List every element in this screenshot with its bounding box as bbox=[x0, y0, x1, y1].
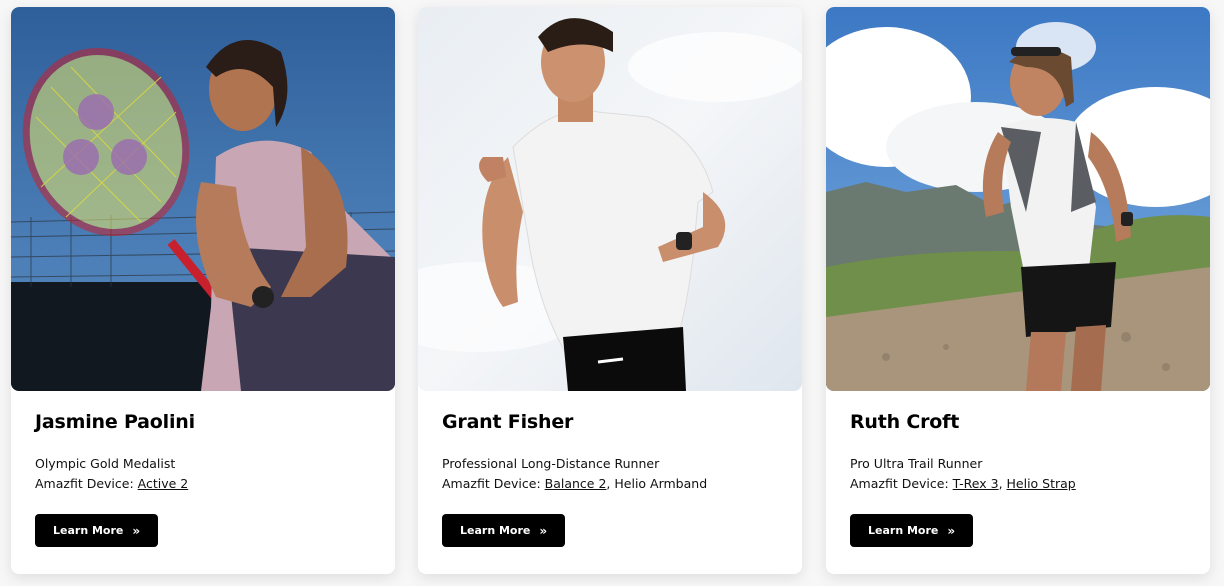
athlete-name: Jasmine Paolini bbox=[35, 411, 195, 433]
device-label: Amazfit Device: bbox=[442, 476, 545, 491]
learn-more-label: Learn More bbox=[53, 524, 124, 537]
learn-more-button[interactable]: Learn More » bbox=[442, 514, 566, 547]
athlete-name: Grant Fisher bbox=[442, 411, 574, 433]
device-helio-armband: Helio Armband bbox=[614, 476, 708, 491]
runner-photo-icon bbox=[418, 7, 802, 391]
athlete-title: Pro Ultra Trail Runner bbox=[850, 456, 983, 471]
device-link-t-rex-3[interactable]: T-Rex 3 bbox=[953, 476, 999, 491]
athlete-card: Jasmine Paolini Olympic Gold Medalist Am… bbox=[11, 7, 395, 574]
athlete-photo-grant-fisher bbox=[418, 7, 802, 391]
athlete-card: Grant Fisher Professional Long-Distance … bbox=[418, 7, 802, 574]
trail-runner-photo-icon bbox=[826, 7, 1210, 391]
athlete-devices: Amazfit Device: Active 2 bbox=[35, 474, 188, 494]
athlete-card: Ruth Croft Pro Ultra Trail Runner Amazfi… bbox=[826, 7, 1210, 574]
athlete-name: Ruth Croft bbox=[850, 411, 960, 433]
device-link-active-2[interactable]: Active 2 bbox=[138, 476, 189, 491]
learn-more-label: Learn More bbox=[868, 524, 939, 537]
double-chevron-right-icon: » bbox=[539, 523, 548, 538]
athlete-title: Olympic Gold Medalist bbox=[35, 456, 176, 471]
athlete-photo-ruth-croft bbox=[826, 7, 1210, 391]
learn-more-label: Learn More bbox=[460, 524, 531, 537]
device-separator: , bbox=[998, 476, 1007, 491]
device-label: Amazfit Device: bbox=[35, 476, 138, 491]
athlete-devices: Amazfit Device: T-Rex 3, Helio Strap bbox=[850, 474, 1076, 494]
athlete-description: Professional Long-Distance Runner Amazfi… bbox=[442, 454, 707, 494]
double-chevron-right-icon: » bbox=[132, 523, 141, 538]
athlete-photo-jasmine-paolini bbox=[11, 7, 395, 391]
athlete-description: Pro Ultra Trail Runner Amazfit Device: T… bbox=[850, 454, 1076, 494]
athlete-cards-row: Jasmine Paolini Olympic Gold Medalist Am… bbox=[0, 0, 1224, 586]
athlete-title: Professional Long-Distance Runner bbox=[442, 456, 660, 471]
device-link-balance-2[interactable]: Balance 2 bbox=[545, 476, 607, 491]
athlete-devices: Amazfit Device: Balance 2, Helio Armband bbox=[442, 474, 707, 494]
learn-more-button[interactable]: Learn More » bbox=[850, 514, 974, 547]
double-chevron-right-icon: » bbox=[947, 523, 956, 538]
learn-more-button[interactable]: Learn More » bbox=[35, 514, 159, 547]
device-label: Amazfit Device: bbox=[850, 476, 953, 491]
device-link-helio-strap[interactable]: Helio Strap bbox=[1007, 476, 1076, 491]
athlete-description: Olympic Gold Medalist Amazfit Device: Ac… bbox=[35, 454, 188, 494]
tennis-player-photo-icon bbox=[11, 7, 395, 391]
